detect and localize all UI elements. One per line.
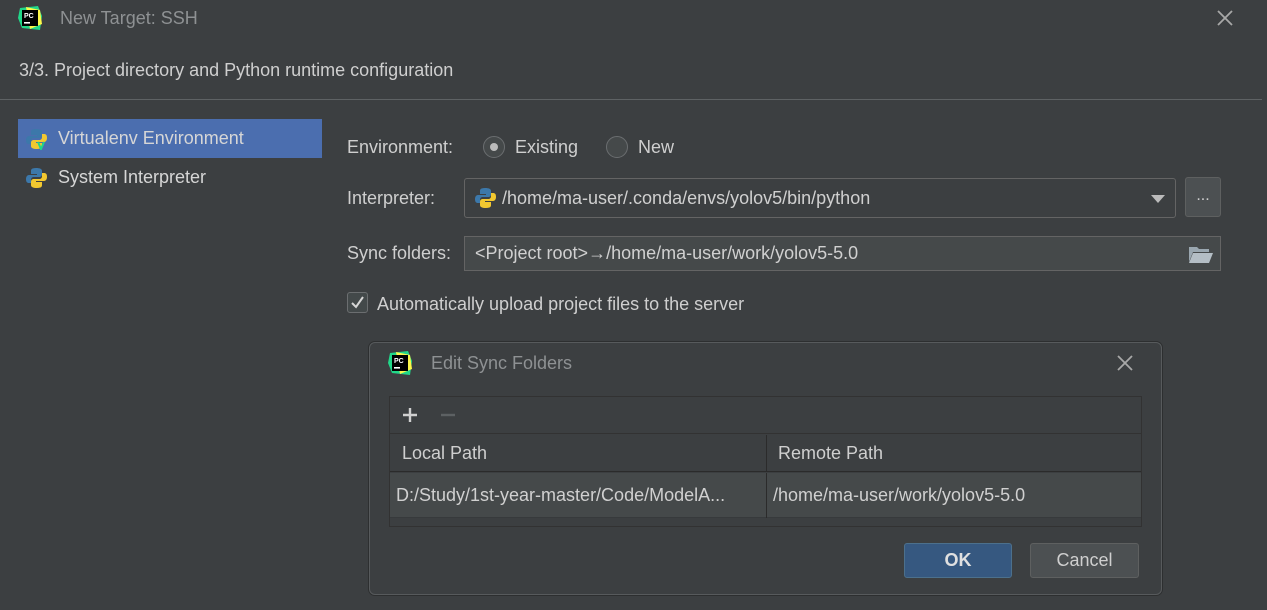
dialog-title: Edit Sync Folders: [431, 353, 573, 373]
sidebar-item-label: Virtualenv Environment: [58, 128, 244, 148]
sync-folders-value: <Project root>→/home/ma-user/work/yolov5…: [475, 243, 859, 263]
cancel-button[interactable]: Cancel: [1030, 543, 1139, 578]
window-title: New Target: SSH: [60, 8, 198, 28]
close-icon[interactable]: [1114, 352, 1136, 374]
environment-label: Environment:: [347, 137, 454, 157]
new-radio-label: New: [638, 137, 675, 157]
ok-button[interactable]: OK: [904, 543, 1012, 578]
pycharm-logo-icon: PC: [388, 351, 412, 375]
title-bar: PC New Target: SSH: [0, 0, 1267, 38]
column-divider: [766, 473, 767, 518]
edit-sync-folders-dialog: PC Edit Sync Folders Local Path Remote P…: [369, 342, 1162, 595]
sync-folders-table: Local Path Remote Path D:/Study/1st-year…: [389, 396, 1142, 527]
table-toolbar: [390, 397, 1141, 434]
interpreter-dropdown[interactable]: /home/ma-user/.conda/envs/yolov5/bin/pyt…: [464, 178, 1176, 218]
auto-upload-label: Automatically upload project files to th…: [377, 294, 745, 314]
interpreter-type-list: Virtualenv Environment System Interprete…: [0, 101, 330, 610]
folder-open-icon[interactable]: [1188, 243, 1214, 265]
add-icon[interactable]: [400, 405, 420, 425]
step-title: 3/3. Project directory and Python runtim…: [19, 60, 454, 80]
browse-interpreter-button[interactable]: ...: [1185, 177, 1221, 217]
remove-icon[interactable]: [438, 405, 458, 425]
sync-folders-label: Sync folders:: [347, 243, 452, 263]
existing-radio-label: Existing: [515, 137, 579, 157]
interpreter-path: /home/ma-user/.conda/envs/yolov5/bin/pyt…: [502, 188, 871, 208]
sidebar-item-system-interpreter[interactable]: System Interpreter: [18, 158, 322, 197]
column-header-local-path[interactable]: Local Path: [390, 435, 767, 472]
python-virtualenv-icon: [26, 128, 47, 150]
python-icon: [26, 167, 47, 188]
sidebar-item-virtualenv[interactable]: Virtualenv Environment: [18, 119, 322, 158]
close-icon[interactable]: [1213, 6, 1237, 30]
table-header: Local Path Remote Path: [390, 435, 1141, 472]
remote-path-cell[interactable]: /home/ma-user/work/yolov5-5.0: [773, 473, 1133, 518]
column-header-remote-path[interactable]: Remote Path: [767, 435, 1141, 472]
new-radio[interactable]: [606, 136, 628, 158]
checkmark-icon: [351, 296, 364, 309]
existing-radio[interactable]: [483, 136, 505, 158]
interpreter-label: Interpreter:: [347, 188, 436, 208]
svg-text:PC: PC: [24, 13, 34, 20]
step-header: 3/3. Project directory and Python runtim…: [0, 44, 1262, 100]
sidebar-item-label: System Interpreter: [58, 167, 207, 187]
pycharm-logo-icon: PC: [18, 6, 42, 30]
python-icon: [475, 188, 496, 208]
svg-text:PC: PC: [394, 358, 404, 365]
chevron-down-icon: [1151, 195, 1165, 203]
local-path-cell[interactable]: D:/Study/1st-year-master/Code/ModelA...: [396, 473, 761, 518]
sync-folders-field[interactable]: <Project root>→/home/ma-user/work/yolov5…: [464, 236, 1221, 271]
auto-upload-checkbox[interactable]: [347, 292, 368, 313]
